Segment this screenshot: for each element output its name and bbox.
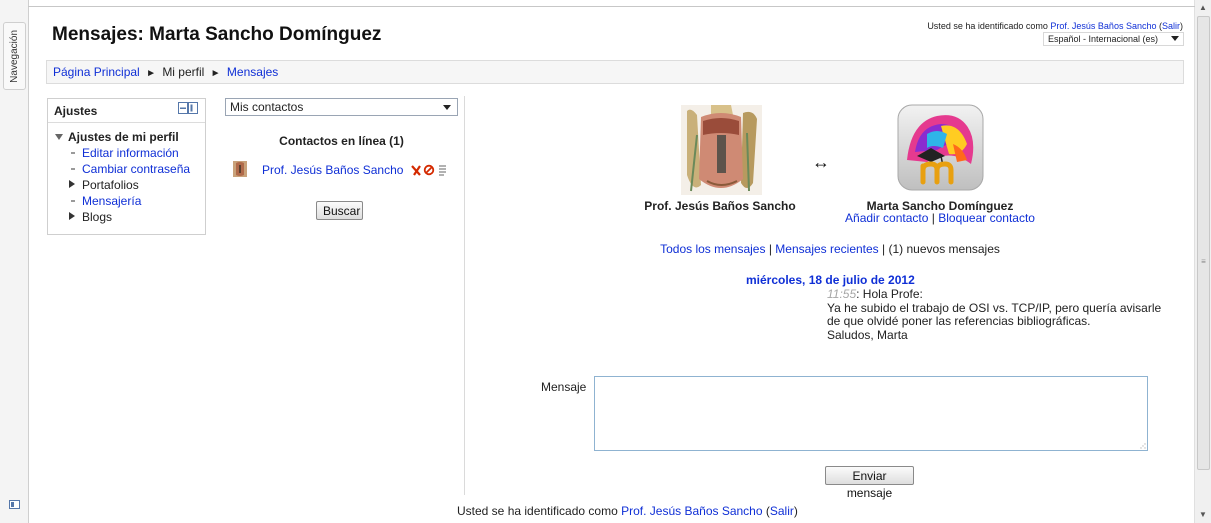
logout-link[interactable]: Salir [1162, 21, 1180, 31]
settings-block: Ajustes Ajustes de mi perfil Editar info… [47, 98, 206, 235]
login-prefix: Usted se ha identificado como [457, 504, 618, 518]
tree-item-label[interactable]: Mensajería [82, 194, 141, 208]
chevron-down-icon [443, 105, 451, 110]
left-dock: Navegación [0, 0, 29, 523]
message-field-label: Mensaje [541, 380, 587, 394]
tree-item-blogs[interactable]: Blogs [54, 209, 190, 225]
header-login-info: Usted se ha identificado como Prof. Jesú… [927, 21, 1183, 31]
breadcrumb-profile: Mi perfil [162, 65, 205, 79]
login-user-link[interactable]: Prof. Jesús Baños Sancho [621, 504, 762, 518]
page-title: Mensajes: Marta Sancho Domínguez [52, 24, 382, 45]
link-separator: | [768, 242, 772, 256]
tree-item-change-password[interactable]: Cambiar contraseña [54, 161, 190, 177]
breadcrumb-separator-icon: ► [210, 68, 221, 79]
breadcrumb-separator-icon: ► [146, 68, 156, 79]
online-contacts-heading: Contactos en línea (1) [279, 134, 404, 148]
settings-block-header: Ajustes [48, 99, 205, 123]
user-picture-right [897, 104, 984, 191]
all-messages-link[interactable]: Todos los mensajes [660, 242, 765, 256]
login-user-link[interactable]: Prof. Jesús Baños Sancho [1050, 21, 1156, 31]
settings-block-title: Ajustes [54, 104, 98, 118]
message-textarea[interactable] [594, 376, 1148, 451]
logout-close: ) [1180, 21, 1183, 31]
contacts-list-select[interactable]: Mis contactos [225, 98, 458, 116]
message-date-heading: miércoles, 18 de julio de 2012 [746, 273, 915, 287]
scroll-down-arrow-icon[interactable]: ▼ [1195, 507, 1211, 523]
new-messages-count: (1) nuevos mensajes [888, 242, 1000, 256]
resize-grip-icon[interactable] [1140, 443, 1146, 449]
message-time: 11:55 [827, 287, 857, 301]
login-prefix: Usted se ha identificado como [927, 21, 1048, 31]
breadcrumb-home[interactable]: Página Principal [53, 65, 140, 79]
tree-item-label[interactable]: Editar información [82, 146, 179, 160]
logout-link[interactable]: Salir [770, 504, 794, 518]
tree-item-label[interactable]: Cambiar contraseña [82, 162, 190, 176]
dock-tab-label: Navegación [9, 29, 20, 83]
tree-item-label: Portafolios [82, 178, 139, 192]
logout-close: ) [793, 504, 798, 518]
link-separator: | [931, 211, 935, 225]
bullet-icon [71, 152, 75, 154]
tree-item-label: Ajustes de mi perfil [68, 130, 179, 144]
collapsed-arrow-icon [69, 212, 75, 220]
dock-tab-navigation[interactable]: Navegación [3, 22, 26, 90]
scroll-up-arrow-icon[interactable]: ▲ [1195, 0, 1211, 16]
column-divider [464, 96, 465, 495]
collapsed-arrow-icon [69, 180, 75, 188]
user-name-left: Prof. Jesús Baños Sancho [644, 199, 796, 213]
tree-item-profile-settings[interactable]: Ajustes de mi perfil [54, 129, 190, 145]
contacts-list-value: Mis contactos [230, 100, 304, 114]
bullet-icon [71, 168, 75, 170]
expanded-arrow-icon [55, 134, 63, 140]
send-message-button[interactable]: Enviar mensaje [825, 466, 914, 500]
contact-avatar [233, 161, 247, 177]
top-divider [28, 6, 1195, 7]
add-contact-link[interactable]: Añadir contacto [845, 211, 928, 225]
tree-item-portfolios[interactable]: Portafolios [54, 177, 190, 193]
bullet-icon [71, 200, 75, 202]
tree-item-label: Blogs [82, 210, 113, 224]
recent-messages-link[interactable]: Mensajes recientes [775, 242, 878, 256]
message-signoff: Saludos, Marta [827, 327, 908, 342]
scroll-grip-icon: ≡ [1201, 257, 1206, 266]
message-history-icon[interactable] [439, 165, 446, 176]
block-contact-icon[interactable] [423, 164, 435, 176]
dock-block-icon[interactable] [178, 102, 198, 114]
language-select[interactable]: Español - Internacional (es) [1043, 32, 1184, 46]
message-text: Ya he subido el trabajo de OSI vs. TCP/I… [827, 300, 1162, 328]
vertical-scrollbar[interactable]: ▲ ≡ ▼ [1194, 0, 1211, 523]
language-value: Español - Internacional (es) [1048, 34, 1159, 44]
contact-actions [411, 164, 446, 176]
settings-tree: Ajustes de mi perfil Editar información … [54, 129, 190, 225]
online-contact-link[interactable]: Prof. Jesús Baños Sancho [262, 163, 403, 177]
exchange-arrow-icon: ↔ [812, 152, 830, 172]
search-button[interactable]: Buscar [316, 201, 363, 220]
message-item: 11:55: Hola Profe: Ya he subido el traba… [827, 287, 1172, 342]
breadcrumb: Página Principal ► Mi perfil ► Mensajes [46, 60, 1184, 84]
dock-toggle-icon[interactable] [9, 500, 20, 509]
contact-actions-links: Añadir contacto | Bloquear contacto [840, 211, 1040, 225]
user-picture-left [681, 105, 762, 195]
remove-contact-icon[interactable] [411, 165, 421, 176]
block-contact-link[interactable]: Bloquear contacto [938, 211, 1035, 225]
link-separator: | [882, 242, 886, 256]
chevron-down-icon [1171, 36, 1179, 41]
breadcrumb-messages[interactable]: Mensajes [227, 65, 278, 79]
tree-item-messaging[interactable]: Mensajería [54, 193, 190, 209]
tree-item-edit-info[interactable]: Editar información [54, 145, 190, 161]
message-greeting: : Hola Profe: [856, 287, 923, 301]
scroll-thumb[interactable]: ≡ [1197, 16, 1210, 470]
message-view-links: Todos los mensajes | Mensajes recientes … [480, 242, 1180, 256]
footer-login-info: Usted se ha identificado como Prof. Jesú… [457, 504, 798, 518]
